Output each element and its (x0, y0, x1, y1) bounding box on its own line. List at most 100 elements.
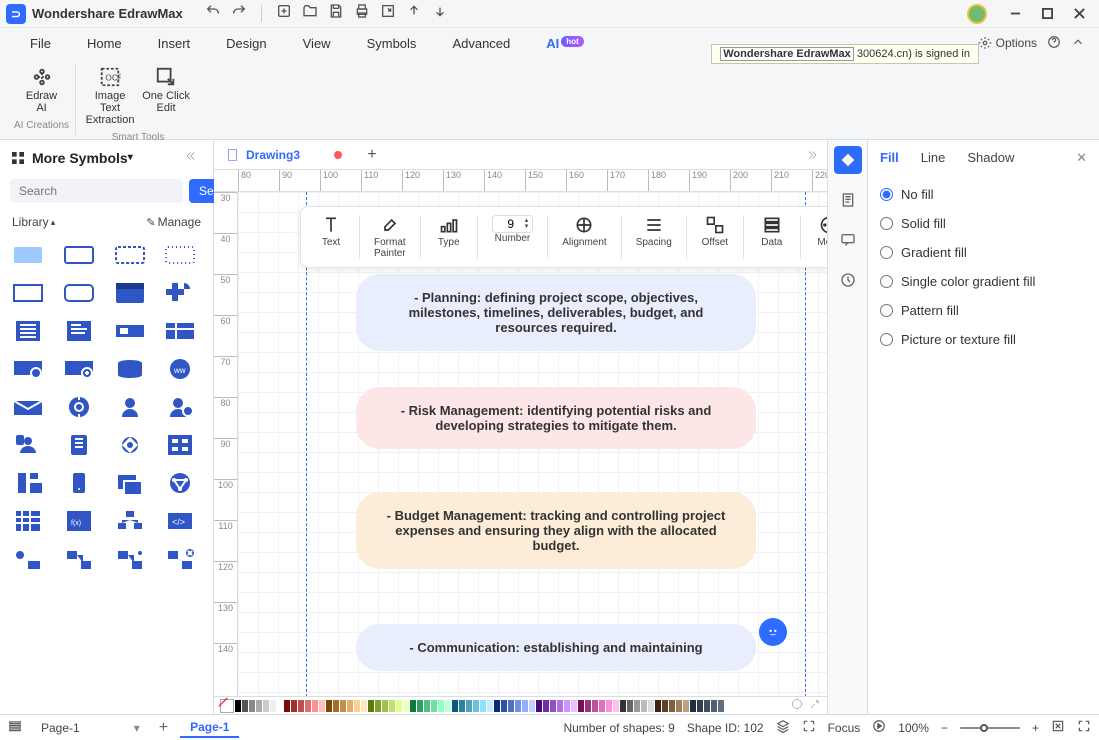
shape-item[interactable] (162, 469, 200, 497)
color-swatch[interactable] (704, 700, 710, 712)
close-panel-icon[interactable]: ✕ (1076, 150, 1087, 171)
color-swatch[interactable] (284, 700, 290, 712)
diagram-block[interactable]: - Communication: establishing and mainta… (356, 624, 756, 671)
fill-option-single-gradient[interactable]: Single color gradient fill (880, 274, 1087, 289)
offset-button[interactable]: Offset (693, 213, 737, 261)
shape-item[interactable] (10, 279, 48, 307)
menu-view[interactable]: View (287, 32, 347, 55)
color-swatch[interactable] (445, 700, 451, 712)
color-swatch[interactable] (648, 700, 654, 712)
color-swatch[interactable] (403, 700, 409, 712)
color-swatch[interactable] (410, 700, 416, 712)
color-swatch[interactable] (438, 700, 444, 712)
color-swatch[interactable] (564, 700, 570, 712)
shape-item[interactable] (10, 469, 48, 497)
color-swatch[interactable] (683, 700, 689, 712)
shape-item[interactable] (10, 241, 48, 269)
shape-item[interactable] (10, 355, 48, 383)
color-swatch[interactable] (599, 700, 605, 712)
color-swatch[interactable] (487, 700, 493, 712)
shape-item[interactable]: </> (162, 507, 200, 535)
color-swatch[interactable] (368, 700, 374, 712)
shape-item[interactable] (10, 431, 48, 459)
shape-item[interactable] (61, 545, 99, 573)
color-swatch[interactable] (690, 700, 696, 712)
add-page-button[interactable]: + (159, 719, 168, 737)
expand-right-icon[interactable] (797, 148, 827, 162)
no-color-swatch[interactable] (220, 699, 234, 713)
color-swatch[interactable] (585, 700, 591, 712)
open-icon[interactable] (302, 3, 318, 24)
color-swatch[interactable] (431, 700, 437, 712)
alignment-button[interactable]: Alignment (554, 213, 614, 261)
shape-item[interactable] (61, 469, 99, 497)
menu-file[interactable]: File (14, 32, 67, 55)
color-swatch[interactable] (354, 700, 360, 712)
color-swatch[interactable] (312, 700, 318, 712)
color-swatch[interactable] (571, 700, 577, 712)
one-click-edit-button[interactable]: One Click Edit (138, 64, 194, 128)
shape-item[interactable] (162, 431, 200, 459)
color-swatch[interactable] (417, 700, 423, 712)
format-painter-button[interactable]: Format Painter (366, 213, 414, 261)
color-swatch[interactable] (606, 700, 612, 712)
comment-panel-icon[interactable] (834, 226, 862, 254)
shape-item[interactable] (61, 355, 99, 383)
share-dropdown-icon[interactable] (406, 3, 422, 24)
shape-item[interactable] (10, 545, 48, 573)
shape-item[interactable] (112, 279, 150, 307)
fill-option-none[interactable]: No fill (880, 187, 1087, 202)
color-swatch[interactable] (655, 700, 661, 712)
fullscreen-icon[interactable] (1077, 719, 1091, 736)
collapse-panel-icon[interactable] (183, 148, 203, 167)
color-swatch[interactable] (494, 700, 500, 712)
zoom-level[interactable]: 100% (898, 721, 929, 735)
shape-item[interactable] (112, 355, 150, 383)
color-swatch[interactable] (459, 700, 465, 712)
page-panel-icon[interactable] (834, 186, 862, 214)
color-swatch[interactable] (473, 700, 479, 712)
color-swatch[interactable] (515, 700, 521, 712)
color-swatch[interactable] (522, 700, 528, 712)
spacing-button[interactable]: Spacing (628, 213, 680, 261)
fit-page-icon[interactable] (1051, 719, 1065, 736)
manage-button[interactable]: ✎ Manage (146, 215, 201, 229)
minimize-button[interactable] (1001, 4, 1029, 24)
color-swatch[interactable] (578, 700, 584, 712)
shape-item[interactable] (112, 469, 150, 497)
color-swatch[interactable] (501, 700, 507, 712)
color-swatch[interactable] (256, 700, 262, 712)
color-swatch[interactable] (529, 700, 535, 712)
color-swatch[interactable] (340, 700, 346, 712)
menu-options[interactable]: Options (978, 36, 1037, 50)
history-panel-icon[interactable] (834, 266, 862, 294)
collapse-ribbon-icon[interactable] (1071, 35, 1085, 52)
library-toggle[interactable]: Library ▴ (12, 215, 55, 229)
page-selector[interactable]: Page-1▾ (34, 718, 147, 738)
diagram-block[interactable]: - Budget Management: tracking and contro… (356, 492, 756, 569)
layers-icon[interactable] (776, 719, 790, 736)
shape-item[interactable] (112, 317, 150, 345)
shape-item[interactable] (10, 317, 48, 345)
play-icon[interactable] (872, 719, 886, 736)
diagram-block[interactable]: - Planning: defining project scope, obje… (356, 274, 756, 351)
shape-item[interactable] (61, 431, 99, 459)
shape-item[interactable] (61, 241, 99, 269)
shape-item[interactable] (10, 507, 48, 535)
fill-panel-icon[interactable] (834, 146, 862, 174)
menu-symbols[interactable]: Symbols (351, 32, 433, 55)
color-swatch[interactable] (396, 700, 402, 712)
canvas-paper[interactable]: Text Format Painter Type ▴▾ Number Align… (238, 192, 827, 696)
shape-item[interactable]: ww (162, 355, 200, 383)
color-swatch[interactable] (543, 700, 549, 712)
shape-item[interactable] (112, 545, 150, 573)
document-tab[interactable]: Drawing3 (218, 144, 360, 166)
edraw-ai-button[interactable]: Edraw AI (14, 64, 70, 116)
focus-label[interactable]: Focus (828, 721, 861, 735)
shape-item[interactable] (162, 241, 200, 269)
shape-item[interactable] (162, 317, 200, 345)
color-picker-icon[interactable] (791, 697, 803, 715)
color-swatch[interactable] (536, 700, 542, 712)
import-dropdown-icon[interactable] (432, 3, 448, 24)
outline-toggle-icon[interactable] (8, 719, 22, 736)
